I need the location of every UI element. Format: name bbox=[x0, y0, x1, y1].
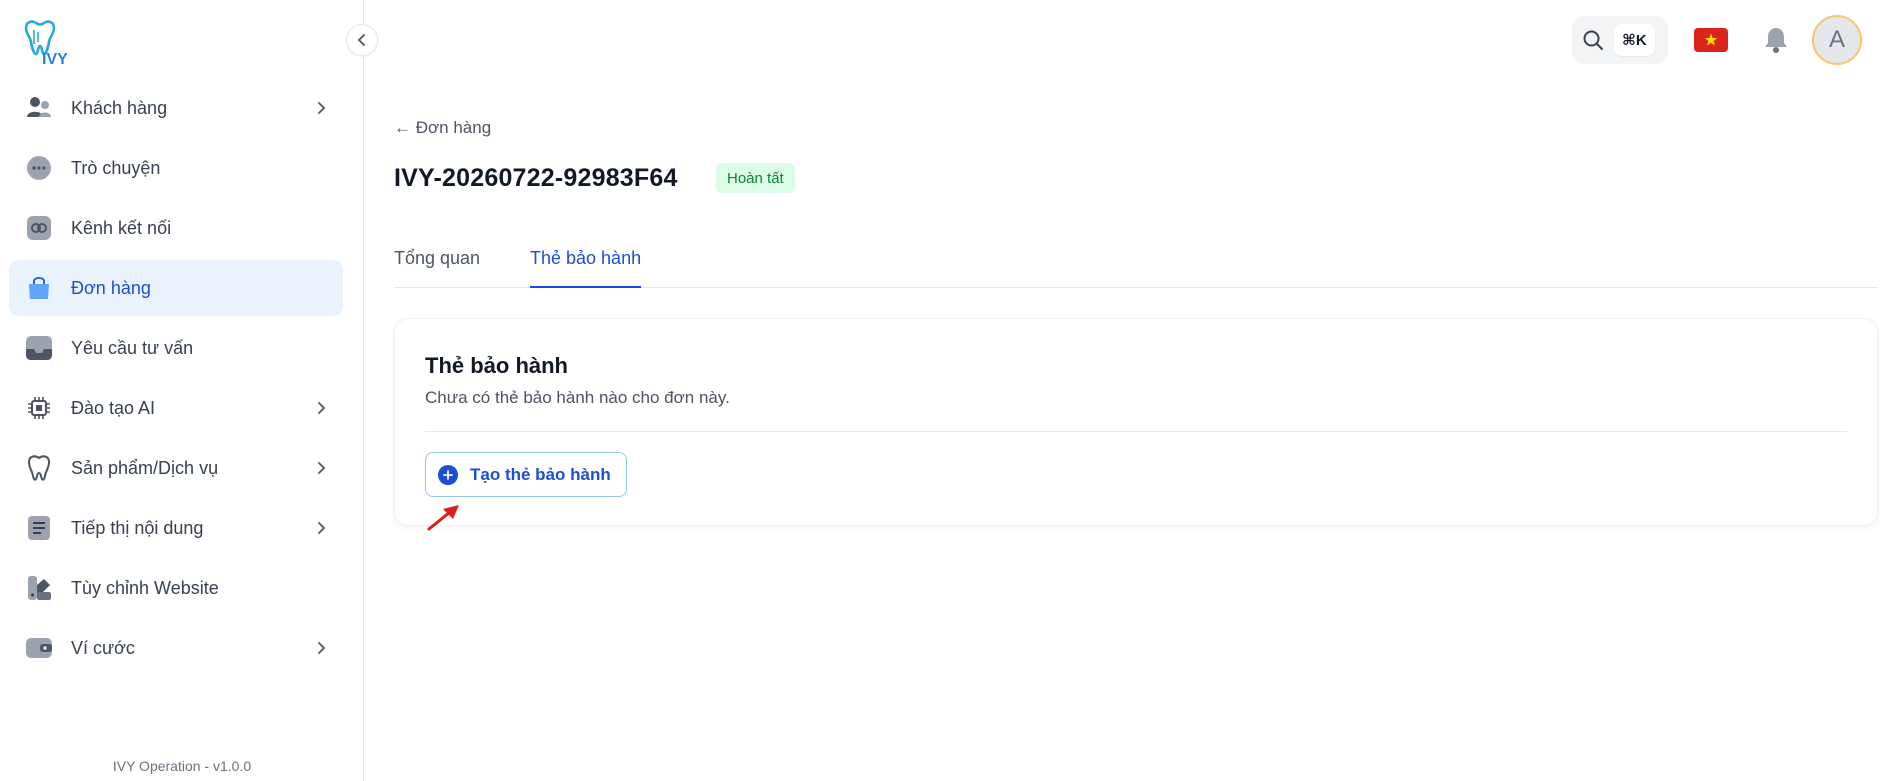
sidebar-item-label: Sản phẩm/Dịch vụ bbox=[71, 457, 219, 478]
chevron-right-icon bbox=[318, 102, 326, 114]
sidebar-item-label: Khách hàng bbox=[71, 97, 168, 118]
chevron-right-icon bbox=[318, 522, 326, 534]
back-to-orders-link[interactable]: ← Đơn hàng bbox=[394, 118, 491, 138]
logo-text: IVY bbox=[42, 51, 68, 66]
create-warranty-button[interactable]: Tạo thẻ bảo hành bbox=[425, 452, 627, 497]
status-badge: Hoàn tất bbox=[716, 163, 795, 193]
sidebar-item-label: Đào tạo AI bbox=[71, 397, 156, 418]
wallet-icon bbox=[25, 634, 53, 662]
tab-overview[interactable]: Tổng quan bbox=[394, 248, 480, 288]
chevron-right-icon bbox=[318, 462, 326, 474]
tab-bar: Tổng quan Thẻ bảo hành bbox=[394, 236, 1878, 288]
ivy-logo[interactable]: IVY bbox=[22, 20, 78, 68]
divider bbox=[425, 431, 1847, 432]
sidebar-item-label: Tùy chỉnh Website bbox=[71, 577, 219, 598]
sidebar-item-consultation[interactable]: Yêu cầu tư vấn bbox=[9, 320, 343, 376]
chevron-left-icon bbox=[357, 34, 365, 46]
user-avatar[interactable]: A bbox=[1812, 15, 1862, 65]
tab-warranty[interactable]: Thẻ bảo hành bbox=[530, 248, 642, 288]
sidebar: IVY Khách hàng Trò chuyện Kênh kết nối Đ… bbox=[0, 0, 364, 781]
sidebar-item-label: Ví cước bbox=[71, 637, 135, 658]
collapse-sidebar-button[interactable] bbox=[346, 24, 378, 56]
chat-icon bbox=[25, 154, 53, 182]
star-icon bbox=[1704, 33, 1718, 46]
sidebar-item-orders[interactable]: Đơn hàng bbox=[9, 260, 343, 316]
link-icon bbox=[25, 214, 53, 242]
search-button[interactable]: ⌘K bbox=[1572, 16, 1668, 64]
inbox-icon bbox=[25, 334, 53, 362]
shopping-bag-icon bbox=[25, 274, 53, 302]
search-icon bbox=[1583, 30, 1603, 50]
sidebar-item-label: Yêu cầu tư vấn bbox=[71, 337, 194, 358]
chevron-right-icon bbox=[318, 642, 326, 654]
sidebar-item-chat[interactable]: Trò chuyện bbox=[9, 140, 343, 196]
sidebar-item-label: Trò chuyện bbox=[71, 157, 161, 178]
users-icon bbox=[25, 94, 53, 122]
empty-state-text: Chưa có thẻ bảo hành nào cho đơn này. bbox=[425, 388, 730, 407]
warranty-card: Thẻ bảo hành Chưa có thẻ bảo hành nào ch… bbox=[394, 318, 1878, 526]
sidebar-item-ai-training[interactable]: Đào tạo AI bbox=[9, 380, 343, 436]
sidebar-item-website[interactable]: Tùy chỉnh Website bbox=[9, 560, 343, 616]
app-version: IVY Operation - v1.0.0 bbox=[112, 758, 252, 774]
sidebar-nav: Khách hàng Trò chuyện Kênh kết nối Đơn h… bbox=[9, 80, 343, 680]
sidebar-item-label: Tiếp thị nội dung bbox=[71, 517, 204, 538]
sidebar-item-label: Đơn hàng bbox=[71, 277, 151, 298]
page-title: IVY-20260722-92983F64 bbox=[394, 164, 678, 192]
language-flag-vn-icon[interactable] bbox=[1694, 28, 1728, 52]
sidebar-item-wallet[interactable]: Ví cước bbox=[9, 620, 343, 676]
palette-icon bbox=[25, 574, 53, 602]
notification-bell-icon[interactable] bbox=[1756, 20, 1796, 60]
annotation-arrow-icon bbox=[427, 505, 459, 531]
sidebar-item-label: Kênh kết nối bbox=[71, 217, 172, 238]
sidebar-item-products[interactable]: Sản phẩm/Dịch vụ bbox=[9, 440, 343, 496]
sidebar-item-customers[interactable]: Khách hàng bbox=[9, 80, 343, 136]
topbar-actions: ⌘K A bbox=[1572, 14, 1862, 66]
chevron-right-icon bbox=[318, 402, 326, 414]
create-warranty-label: Tạo thẻ bảo hành bbox=[470, 464, 611, 484]
tooth-icon bbox=[25, 454, 53, 482]
shortcut-hint: ⌘K bbox=[1614, 24, 1655, 56]
sidebar-item-content-marketing[interactable]: Tiếp thị nội dung bbox=[9, 500, 343, 556]
plus-circle-icon bbox=[438, 464, 458, 485]
cpu-icon bbox=[25, 394, 53, 422]
document-icon bbox=[25, 514, 53, 542]
card-title: Thẻ bảo hành bbox=[425, 353, 568, 378]
sidebar-item-channels[interactable]: Kênh kết nối bbox=[9, 200, 343, 256]
